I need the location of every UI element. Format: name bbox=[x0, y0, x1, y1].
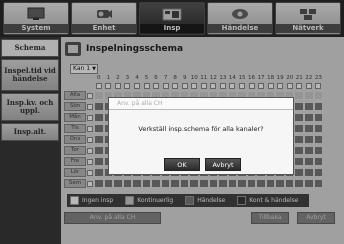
confirm-dialog: Anv. på alla CH Verkställ insp.schema fö… bbox=[108, 97, 294, 175]
dialog-ok-button[interactable]: OK bbox=[164, 158, 200, 171]
dialog-message: Verkställ insp.schema för alla kanaler? bbox=[138, 125, 264, 133]
dialog-title: Anv. på alla CH bbox=[109, 98, 293, 110]
dialog-cancel-button[interactable]: Avbryt bbox=[205, 158, 241, 171]
